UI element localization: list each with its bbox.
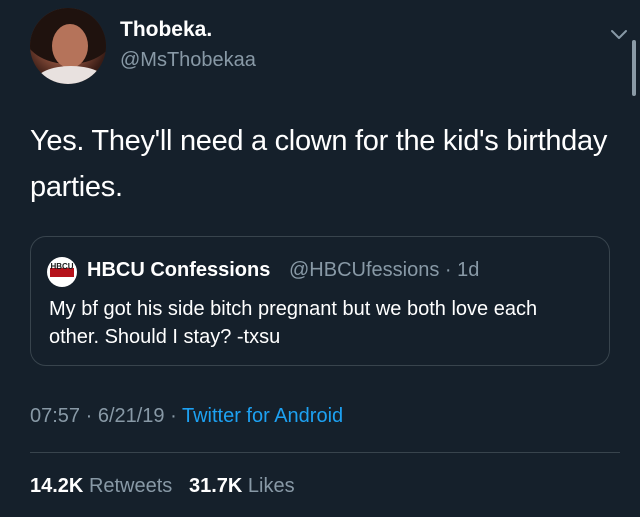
quoted-tweet[interactable]: HBCU HBCU Confessions @HBCUfessions · 1d… [30, 236, 610, 366]
avatar-shirt [36, 66, 106, 84]
author-handle[interactable]: @MsThobekaa [120, 49, 256, 72]
retweets-label[interactable]: Retweets [89, 475, 172, 497]
author-name[interactable]: Thobeka. [120, 18, 212, 42]
author-avatar[interactable] [30, 8, 106, 84]
logo-text: HBCU [50, 262, 74, 271]
tweet-header: Thobeka. @MsThobekaa [30, 8, 630, 84]
likes-count[interactable]: 31.7K [189, 475, 242, 497]
tweet-stats: 14.2K Retweets 31.7K Likes [30, 475, 295, 498]
tweet-meta: 07:57 · 6/21/19 · Twitter for Android [30, 405, 343, 428]
avatar-face [52, 24, 88, 68]
likes-label[interactable]: Likes [248, 475, 295, 497]
tweet-source-link[interactable]: Twitter for Android [182, 405, 343, 427]
tweet-timestamp[interactable]: 07:57 · 6/21/19 · [30, 405, 182, 427]
quoted-tweet-text: My bf got his side bitch pregnant but we… [49, 298, 538, 348]
scrollbar[interactable] [632, 40, 636, 96]
chevron-down-icon[interactable] [608, 24, 630, 46]
tweet-text: Yes. They'll need a clown for the kid's … [30, 125, 608, 203]
hbcu-logo-icon: HBCU [47, 257, 77, 287]
quoted-author-name: HBCU Confessions [87, 259, 271, 281]
quoted-author-meta: @HBCUfessions · 1d [289, 259, 480, 281]
divider [30, 452, 620, 453]
retweets-count[interactable]: 14.2K [30, 475, 83, 497]
